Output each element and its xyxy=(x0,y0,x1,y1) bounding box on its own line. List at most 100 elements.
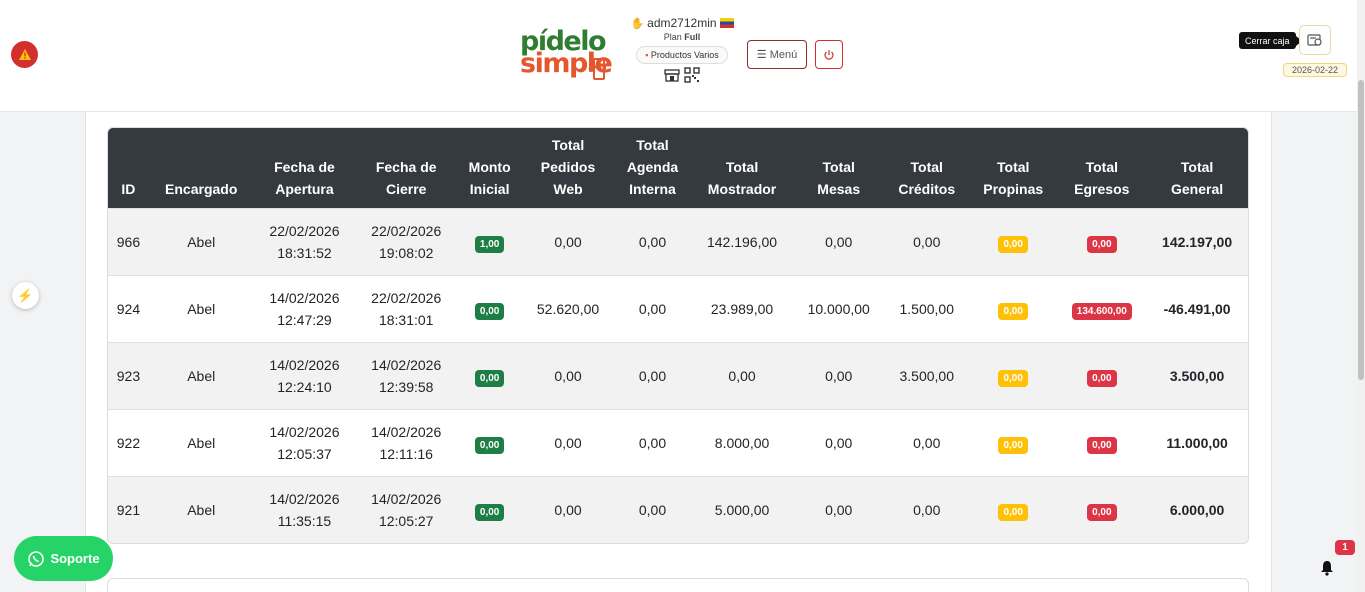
apertura-hora-value: 18:31:52 xyxy=(277,244,332,261)
encargado-value: Abel xyxy=(187,233,216,250)
page-scrollbar[interactable] xyxy=(1357,0,1365,592)
column-header-line: Interna xyxy=(629,180,676,197)
cell-id: 922 xyxy=(108,408,149,476)
support-button[interactable]: Soporte xyxy=(14,536,113,581)
column-header: Total Mesas xyxy=(792,128,885,208)
cierre-fecha-value: 14/02/2026 xyxy=(371,356,442,373)
mostrador-value: 142.196,00 xyxy=(706,233,778,250)
cell-encargado: Abel xyxy=(148,341,254,409)
cell-egresos: 0,00 xyxy=(1057,207,1147,275)
cell-cierre-fecha: 14/02/2026 12:39:58 xyxy=(355,341,458,409)
cierre-fecha-value: 14/02/2026 xyxy=(371,423,442,440)
column-header-line: Cierre xyxy=(385,180,427,197)
table-row[interactable]: 924 Abel 14/02/2026 12:47:29 22/02/2026 18:31… xyxy=(108,274,1248,342)
egresos-badge: 0,00 xyxy=(1087,235,1117,253)
column-header-line: Fecha de xyxy=(375,158,437,175)
column-header: Encargado xyxy=(148,128,254,208)
table-row[interactable]: 966 Abel 22/02/2026 18:31:52 22/02/2026 19:08… xyxy=(108,207,1248,275)
mesas-value: 10.000,00 xyxy=(807,300,870,317)
bottom-card xyxy=(107,578,1249,592)
cell-id: 921 xyxy=(108,475,149,543)
id-value: 966 xyxy=(116,233,141,250)
alert-button[interactable] xyxy=(11,41,38,68)
cierre-hora-value: 12:11:16 xyxy=(379,445,433,462)
cell-mesas: 0,00 xyxy=(792,207,885,275)
cell-encargado: Abel xyxy=(148,475,254,543)
cell-propinas: 0,00 xyxy=(968,274,1058,342)
quick-icons xyxy=(620,67,744,83)
column-header: Monto Inicial xyxy=(457,128,523,208)
column-header-line: Total xyxy=(1180,158,1214,175)
qr-icon[interactable] xyxy=(684,67,700,83)
general-value: 6.000,00 xyxy=(1169,501,1225,518)
column-header: Fecha de Apertura xyxy=(253,128,356,208)
cerrar-caja-button[interactable] xyxy=(1299,25,1331,55)
table-row[interactable]: 921 Abel 14/02/2026 11:35:15 14/02/2026 12:05… xyxy=(108,475,1248,543)
cierre-hora-value: 12:39:58 xyxy=(378,378,434,395)
cell-general: 142.197,00 xyxy=(1146,207,1248,275)
cell-id: 923 xyxy=(108,341,149,409)
apertura-hora-value: 12:05:37 xyxy=(277,445,332,462)
cell-creditos: 1.500,00 xyxy=(884,274,969,342)
apertura-hora-value: 12:24:10 xyxy=(277,378,332,395)
column-header-line: ID xyxy=(121,180,136,197)
flag-icon xyxy=(719,18,734,28)
cell-mostrador: 23.989,00 xyxy=(691,274,793,342)
whatsapp-icon xyxy=(28,550,45,567)
column-header: Total Mostrador xyxy=(691,128,793,208)
cell-propinas: 0,00 xyxy=(968,475,1058,543)
cell-encargado: Abel xyxy=(148,274,254,342)
user-name: adm2712min xyxy=(647,16,717,30)
mesas-value: 0,00 xyxy=(825,501,853,518)
cell-general: 3.500,00 xyxy=(1146,341,1248,409)
cell-id: 924 xyxy=(108,274,149,342)
egresos-badge: 134.600,00 xyxy=(1071,302,1132,320)
cell-monto-inicial: 0,00 xyxy=(457,341,523,409)
scroll-thumb[interactable] xyxy=(1358,80,1364,380)
power-button[interactable] xyxy=(815,40,843,69)
cell-creditos: 3.500,00 xyxy=(884,341,969,409)
pedidos-web-value: 0,00 xyxy=(554,367,582,384)
menu-button[interactable]: ☰ Menú xyxy=(747,40,807,69)
wave-hand-icon: ✋ xyxy=(630,17,645,30)
store-badge[interactable]: ▪ Productos Varios xyxy=(636,46,728,64)
cell-pedidos-web: 0,00 xyxy=(522,341,614,409)
propinas-badge: 0,00 xyxy=(998,302,1028,320)
creditos-value: 3.500,00 xyxy=(899,367,954,384)
table-body: 966 Abel 22/02/2026 18:31:52 22/02/2026 19:08… xyxy=(108,207,1248,543)
cell-egresos: 0,00 xyxy=(1057,475,1147,543)
table-row[interactable]: 922 Abel 14/02/2026 12:05:37 14/02/2026 12:11… xyxy=(108,408,1248,476)
cell-cierre-fecha: 22/02/2026 19:08:02 xyxy=(355,207,458,275)
apertura-fecha-value: 22/02/2026 xyxy=(269,222,340,239)
table-row[interactable]: 923 Abel 14/02/2026 12:24:10 14/02/2026 12:39… xyxy=(108,341,1248,409)
cell-pedidos-web: 0,00 xyxy=(522,475,614,543)
general-value: -46.491,00 xyxy=(1163,300,1231,317)
cell-mesas: 10.000,00 xyxy=(792,274,885,342)
cierre-hora-value: 19:08:02 xyxy=(378,244,434,261)
cell-mostrador: 5.000,00 xyxy=(691,475,793,543)
cell-propinas: 0,00 xyxy=(968,207,1058,275)
cell-general: -46.491,00 xyxy=(1146,274,1248,342)
cierre-fecha-value: 14/02/2026 xyxy=(371,490,442,507)
agenda-interna-value: 0,00 xyxy=(638,367,667,384)
cell-agenda-interna: 0,00 xyxy=(613,207,692,275)
bell-icon[interactable] xyxy=(1320,560,1334,576)
store-icon[interactable] xyxy=(664,67,680,83)
cell-monto-inicial: 0,00 xyxy=(457,274,523,342)
cell-apertura-fecha: 14/02/2026 12:05:37 xyxy=(253,408,356,476)
column-header-line: Total xyxy=(551,136,585,153)
column-header-line: Egresos xyxy=(1074,180,1130,197)
pedidos-web-value: 0,00 xyxy=(554,501,582,518)
cell-encargado: Abel xyxy=(148,207,254,275)
column-header-line: Total xyxy=(910,158,943,175)
column-header-line: General xyxy=(1171,180,1224,197)
column-header-line: Pedidos xyxy=(540,158,596,175)
notification-count: 1 xyxy=(1335,540,1355,555)
brand-logo[interactable]: pídelo simple .com xyxy=(518,28,613,84)
cell-cierre-fecha: 14/02/2026 12:05:27 xyxy=(355,475,458,543)
date-badge: 2026-02-22 xyxy=(1283,63,1347,77)
cell-monto-inicial: 0,00 xyxy=(457,475,523,543)
propinas-badge: 0,00 xyxy=(998,503,1028,521)
cell-mesas: 0,00 xyxy=(792,475,885,543)
flash-button[interactable]: ⚡ xyxy=(12,282,39,309)
